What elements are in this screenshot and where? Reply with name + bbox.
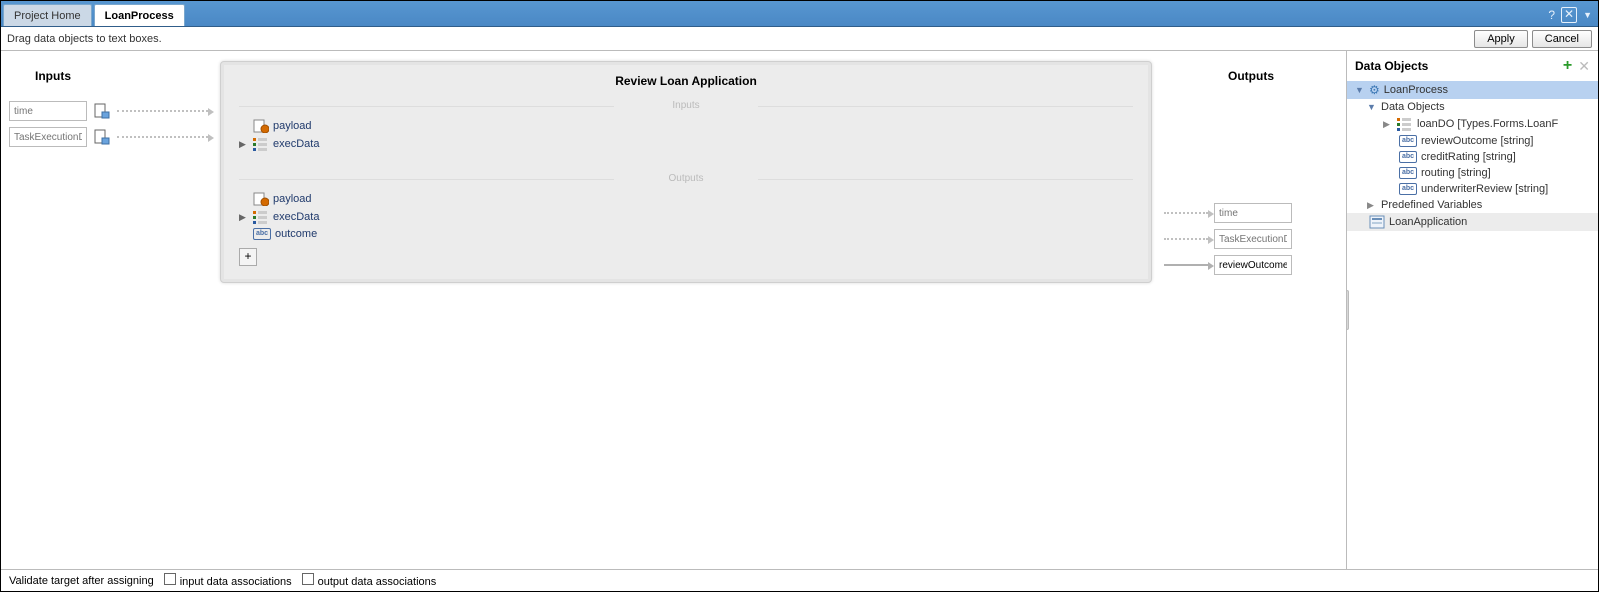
- collapse-icon[interactable]: ▼: [1355, 85, 1365, 95]
- tree-item-creditrating[interactable]: abc creditRating [string]: [1347, 149, 1598, 165]
- object-icon: [1369, 215, 1385, 229]
- center-input-execdata[interactable]: ▶ execData: [221, 135, 1151, 153]
- tree-label: LoanProcess: [1384, 84, 1448, 96]
- apply-button[interactable]: Apply: [1474, 30, 1528, 48]
- tab-project-home[interactable]: Project Home: [3, 4, 92, 26]
- data-label: execData: [273, 211, 319, 223]
- input-field-time[interactable]: [9, 101, 87, 121]
- expand-icon[interactable]: ▶: [1367, 200, 1377, 211]
- tree-label: creditRating [string]: [1421, 151, 1516, 163]
- arrow-icon: [117, 110, 208, 112]
- data-label: execData: [273, 138, 319, 150]
- string-icon: abc: [1399, 135, 1417, 147]
- tab-loan-process[interactable]: LoanProcess: [94, 4, 185, 26]
- data-label: payload: [273, 193, 312, 205]
- tree-label: routing [string]: [1421, 167, 1491, 179]
- outputs-header: Outputs: [1164, 69, 1338, 83]
- arrow-icon: [117, 136, 208, 138]
- center-output-payload[interactable]: payload: [221, 190, 1151, 208]
- data-object-icon[interactable]: [93, 102, 111, 120]
- data-objects-panel: Data Objects + ✕ ▼ ⚙ LoanProcess ▼ Data …: [1346, 51, 1598, 569]
- splitter-handle[interactable]: [1346, 290, 1349, 330]
- output-assoc-checkbox[interactable]: output data associations: [302, 573, 437, 588]
- tree-label: underwriterReview [string]: [1421, 183, 1548, 195]
- center-input-payload[interactable]: payload: [221, 117, 1151, 135]
- arrow-icon: [1164, 212, 1208, 214]
- center-column: Review Loan Application Inputs payload ▶…: [216, 51, 1156, 569]
- output-field-review-outcome[interactable]: [1214, 255, 1292, 275]
- window-menu-icon[interactable]: ▼: [1583, 10, 1592, 20]
- outputs-fieldset-label: Outputs: [239, 173, 1133, 184]
- inputs-column: Inputs: [1, 51, 216, 569]
- task-title: Review Loan Application: [221, 66, 1151, 94]
- output-row-2: [1164, 255, 1338, 275]
- checkbox-label: output data associations: [318, 576, 437, 588]
- main-area: Inputs Review Loan Application Inputs: [1, 51, 1598, 569]
- string-icon: abc: [1399, 183, 1417, 195]
- struct-icon: [253, 192, 269, 206]
- data-label: payload: [273, 120, 312, 132]
- tree-node-predefined[interactable]: ▶ Predefined Variables: [1347, 197, 1598, 213]
- tree-item-loando[interactable]: ▶ loanDO [Types.Forms.LoanF: [1347, 115, 1598, 133]
- string-icon: abc: [1399, 151, 1417, 163]
- output-row-0: [1164, 203, 1338, 223]
- arrow-icon: [1164, 264, 1208, 266]
- expand-icon[interactable]: ▶: [239, 212, 249, 223]
- input-assoc-checkbox[interactable]: input data associations: [164, 573, 292, 588]
- title-bar: Project Home LoanProcess ? ✕ ▼: [1, 1, 1598, 27]
- add-output-button[interactable]: +: [239, 248, 257, 266]
- tree-label: reviewOutcome [string]: [1421, 135, 1533, 147]
- input-row-0: [9, 101, 208, 121]
- expand-icon[interactable]: ▶: [1383, 119, 1393, 130]
- task-panel: Review Loan Application Inputs payload ▶…: [220, 61, 1152, 283]
- inputs-header: Inputs: [9, 69, 208, 83]
- data-objects-header: Data Objects: [1355, 59, 1428, 73]
- checkbox-icon[interactable]: [164, 573, 176, 585]
- inputs-fieldset-label: Inputs: [239, 100, 1133, 111]
- add-data-object-icon[interactable]: +: [1563, 57, 1572, 75]
- tree-label: Predefined Variables: [1381, 199, 1482, 211]
- data-label: outcome: [275, 228, 317, 240]
- output-field-task-exec[interactable]: [1214, 229, 1292, 249]
- checkbox-icon[interactable]: [302, 573, 314, 585]
- help-icon[interactable]: ?: [1548, 8, 1555, 22]
- arrow-icon: [1164, 238, 1208, 240]
- checkbox-label: input data associations: [180, 576, 292, 588]
- process-icon: ⚙: [1369, 83, 1380, 97]
- tree-label: loanDO [Types.Forms.LoanF: [1417, 118, 1558, 130]
- input-field-task-exec[interactable]: [9, 127, 87, 147]
- data-object-icon[interactable]: [93, 128, 111, 146]
- validate-label: Validate target after assigning: [9, 575, 154, 587]
- tree-item-routing[interactable]: abc routing [string]: [1347, 165, 1598, 181]
- tree-item-loanapplication[interactable]: LoanApplication: [1347, 213, 1598, 231]
- tree-item-reviewoutcome[interactable]: abc reviewOutcome [string]: [1347, 133, 1598, 149]
- tree-label: Data Objects: [1381, 101, 1445, 113]
- center-output-execdata[interactable]: ▶ execData: [221, 208, 1151, 226]
- tree-root-loanprocess[interactable]: ▼ ⚙ LoanProcess: [1347, 81, 1598, 99]
- expand-icon[interactable]: ▶: [239, 139, 249, 150]
- toolbar: Drag data objects to text boxes. Apply C…: [1, 27, 1598, 51]
- data-objects-tree: ▼ ⚙ LoanProcess ▼ Data Objects ▶ loanDO …: [1347, 81, 1598, 231]
- input-row-1: [9, 127, 208, 147]
- outputs-column: Outputs: [1156, 51, 1346, 569]
- string-icon: abc: [253, 228, 271, 240]
- tree-item-underwriterreview[interactable]: abc underwriterReview [string]: [1347, 181, 1598, 197]
- tree-label: LoanApplication: [1389, 216, 1467, 228]
- toolbar-hint: Drag data objects to text boxes.: [7, 33, 162, 45]
- footer-bar: Validate target after assigning input da…: [1, 569, 1598, 591]
- struct-list-icon: [253, 210, 269, 224]
- struct-list-icon: [1397, 117, 1413, 131]
- window-close-icon[interactable]: ✕: [1561, 7, 1577, 23]
- struct-icon: [253, 119, 269, 133]
- collapse-icon[interactable]: ▼: [1367, 102, 1377, 112]
- struct-list-icon: [253, 137, 269, 151]
- string-icon: abc: [1399, 167, 1417, 179]
- cancel-button[interactable]: Cancel: [1532, 30, 1592, 48]
- output-field-time[interactable]: [1214, 203, 1292, 223]
- center-output-outcome[interactable]: abc outcome: [221, 226, 1151, 242]
- tree-node-data-objects[interactable]: ▼ Data Objects: [1347, 99, 1598, 115]
- delete-data-object-icon: ✕: [1578, 58, 1590, 75]
- output-row-1: [1164, 229, 1338, 249]
